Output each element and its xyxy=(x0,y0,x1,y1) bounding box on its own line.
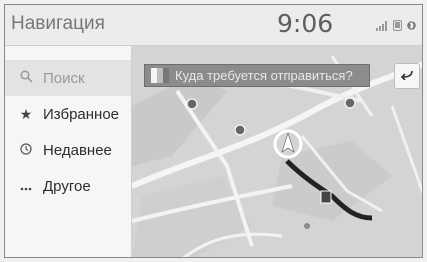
sidebar-menu: Поиск ★ Избранное Недавнее Другое xyxy=(5,46,132,257)
back-button[interactable] xyxy=(394,63,420,89)
back-arrow-icon xyxy=(400,67,414,85)
sidebar-item-label: Поиск xyxy=(43,69,85,87)
screen-title: Навигация xyxy=(11,13,105,34)
more-icon xyxy=(17,178,35,194)
clock: 9:06 xyxy=(277,9,334,38)
sidebar-item-favorites[interactable]: ★ Избранное xyxy=(5,96,131,132)
search-icon xyxy=(17,70,35,86)
phone-icon xyxy=(392,18,403,36)
sidebar-item-label: Недавнее xyxy=(43,141,112,159)
sidebar-item-label: Избранное xyxy=(43,105,120,123)
sidebar-item-search[interactable]: Поиск xyxy=(5,60,131,96)
navigation-screen: Навигация 9:06 Поиск ★ Избранное Недавне… xyxy=(0,0,427,262)
flag-icon xyxy=(151,68,169,83)
header-bar: Навигация 9:06 xyxy=(5,5,422,46)
display-frame: Навигация 9:06 Поиск ★ Избранное Недавне… xyxy=(4,4,423,258)
clock-icon xyxy=(17,142,35,158)
sidebar-item-label: Другое xyxy=(43,177,91,195)
star-icon: ★ xyxy=(19,105,33,122)
sidebar-item-recent[interactable]: Недавнее xyxy=(5,132,131,168)
signal-icon xyxy=(376,18,388,36)
bluetooth-icon xyxy=(407,18,416,36)
status-icons xyxy=(376,18,416,36)
sidebar-item-other[interactable]: Другое xyxy=(5,168,131,204)
destination-placeholder: Куда требуется отправиться? xyxy=(175,68,353,83)
destination-search-input[interactable]: Куда требуется отправиться? xyxy=(144,64,370,87)
